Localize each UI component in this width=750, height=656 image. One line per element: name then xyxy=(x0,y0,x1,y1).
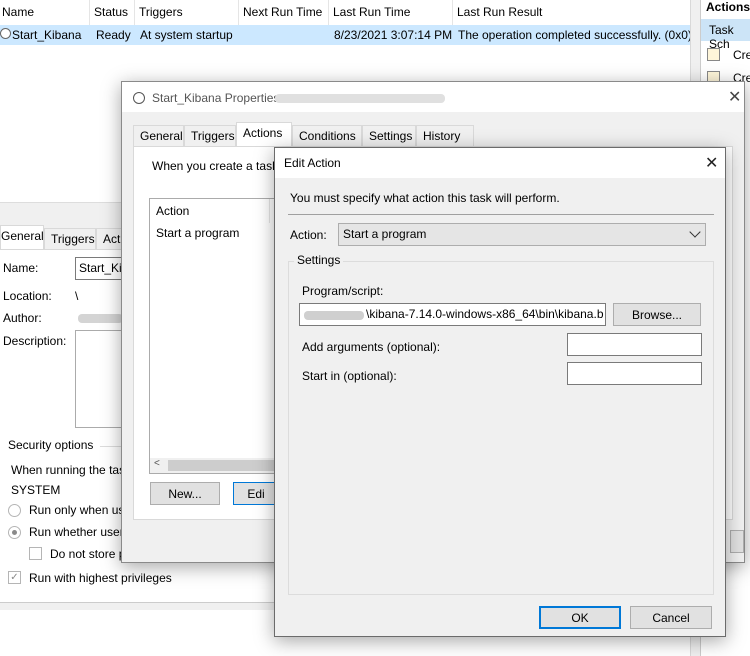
list-item-label: Start a program xyxy=(156,226,240,240)
name-label: Name: xyxy=(3,261,39,275)
tab-triggers[interactable]: Triggers xyxy=(184,125,236,146)
ok-button[interactable]: OK xyxy=(539,606,621,629)
browse-button[interactable]: Browse... xyxy=(613,303,701,326)
location-label: Location: xyxy=(3,289,52,303)
settings-label: Settings xyxy=(294,253,344,267)
list-item[interactable]: Start a program xyxy=(150,223,278,243)
highest-privileges-checkbox[interactable]: ✓ xyxy=(8,571,21,584)
col-header-name[interactable]: Name xyxy=(0,0,90,25)
actions-section-header[interactable]: Task Sch xyxy=(701,19,750,51)
table-row[interactable]: Start_Kibana Ready At system startup 8/2… xyxy=(0,25,692,45)
col-header-last-run[interactable]: Last Run Time xyxy=(329,0,453,25)
start-in-field[interactable] xyxy=(567,362,702,385)
col-header-status[interactable]: Status xyxy=(90,0,135,25)
create-task-icon xyxy=(707,48,720,61)
properties-titlebar[interactable]: Start_Kibana Properties ✕ xyxy=(122,82,744,112)
tab-conditions[interactable]: Conditions xyxy=(292,125,362,146)
horizontal-scrollbar[interactable] xyxy=(0,202,125,216)
properties-title: Start_Kibana Properties xyxy=(152,91,280,105)
security-options-label: Security options xyxy=(8,438,94,452)
run-only-radio[interactable] xyxy=(8,504,21,517)
program-script-value: \kibana-7.14.0-windows-x86_64\bin\kibana… xyxy=(366,307,604,321)
edit-action-title: Edit Action xyxy=(284,156,341,170)
description-label: Description: xyxy=(3,334,67,348)
task-last-result: The operation completed successfully. (0… xyxy=(458,28,692,42)
edit-action-titlebar[interactable]: Edit Action ✕ xyxy=(275,148,725,178)
task-triggers: At system startup xyxy=(140,28,233,42)
run-whether-radio[interactable] xyxy=(8,526,21,539)
run-only-label: Run only when us xyxy=(29,503,125,517)
tab-general[interactable]: General xyxy=(0,225,44,249)
action-dropdown[interactable]: Start a program xyxy=(338,223,706,246)
properties-tabstrip: General Triggers Actions Conditions Sett… xyxy=(133,122,733,147)
tab-general[interactable]: General xyxy=(133,125,184,146)
instruction-divider xyxy=(288,214,714,215)
name-field[interactable]: Start_Kib xyxy=(75,257,128,280)
run-whether-label: Run whether user xyxy=(29,525,124,539)
cancel-button[interactable]: Cancel xyxy=(630,606,712,629)
task-status: Ready xyxy=(96,28,131,42)
actions-item-label: Cre xyxy=(733,48,750,62)
tab-triggers[interactable]: Triggers xyxy=(44,228,96,249)
arguments-label: Add arguments (optional): xyxy=(302,340,441,354)
task-list-pane: Name Status Triggers Next Run Time Last … xyxy=(0,0,692,80)
col-header-triggers[interactable]: Triggers xyxy=(135,0,239,25)
description-field[interactable] xyxy=(75,330,125,428)
path-redacted xyxy=(304,311,364,320)
scroll-left-icon[interactable]: < xyxy=(154,458,160,469)
list-horizontal-scrollbar[interactable]: < xyxy=(150,458,278,473)
task-last-run: 8/23/2021 3:07:14 PM xyxy=(334,28,453,42)
program-script-field[interactable]: \kibana-7.14.0-windows-x86_64\bin\kibana… xyxy=(299,303,606,326)
instruction-text: You must specify what action this task w… xyxy=(290,191,560,205)
col-header-last-result[interactable]: Last Run Result xyxy=(453,0,690,25)
action-list-header[interactable]: Action xyxy=(150,199,270,223)
location-value: \ xyxy=(75,289,79,303)
do-not-store-checkbox[interactable] xyxy=(29,547,42,560)
start-in-label: Start in (optional): xyxy=(302,369,397,383)
actions-pane-title: Actions xyxy=(706,0,750,14)
task-name: Start_Kibana xyxy=(12,28,82,42)
account-value: SYSTEM xyxy=(11,483,61,497)
close-icon[interactable]: ✕ xyxy=(728,87,741,107)
dialog-button-partial[interactable] xyxy=(730,530,744,553)
clock-icon xyxy=(133,92,145,104)
details-tabstrip: General Triggers Acti xyxy=(0,225,126,250)
highest-privileges-label: Run with highest privileges xyxy=(29,571,172,585)
scroll-thumb[interactable] xyxy=(168,460,276,471)
author-redacted xyxy=(78,314,123,323)
do-not-store-label: Do not store p xyxy=(50,547,126,561)
program-label: Program/script: xyxy=(302,284,384,298)
when-running-label: When running the tas xyxy=(11,463,126,477)
author-label: Author: xyxy=(3,311,42,325)
edit-action-dialog: Edit Action ✕ You must specify what acti… xyxy=(274,147,726,637)
close-icon[interactable]: ✕ xyxy=(705,153,718,173)
clock-icon xyxy=(0,28,11,39)
properties-intro: When you create a task, xyxy=(152,159,282,173)
tab-history[interactable]: History xyxy=(416,125,474,146)
action-dropdown-value: Start a program xyxy=(343,227,427,241)
actions-item[interactable]: Cre xyxy=(707,47,750,65)
col-header-next-run[interactable]: Next Run Time xyxy=(239,0,329,25)
tab-settings[interactable]: Settings xyxy=(362,125,416,146)
chevron-down-icon xyxy=(689,226,701,238)
edit-action-button[interactable]: Edi xyxy=(233,482,279,505)
radio-dot xyxy=(12,530,17,535)
arguments-field[interactable] xyxy=(567,333,702,356)
tab-actions[interactable]: Actions xyxy=(236,122,292,146)
action-label: Action: xyxy=(290,228,327,242)
new-action-button[interactable]: New... xyxy=(150,482,220,505)
action-list-header-label: Action xyxy=(156,204,190,218)
action-list[interactable]: Action Start a program < xyxy=(149,198,279,474)
title-redacted xyxy=(275,94,445,103)
